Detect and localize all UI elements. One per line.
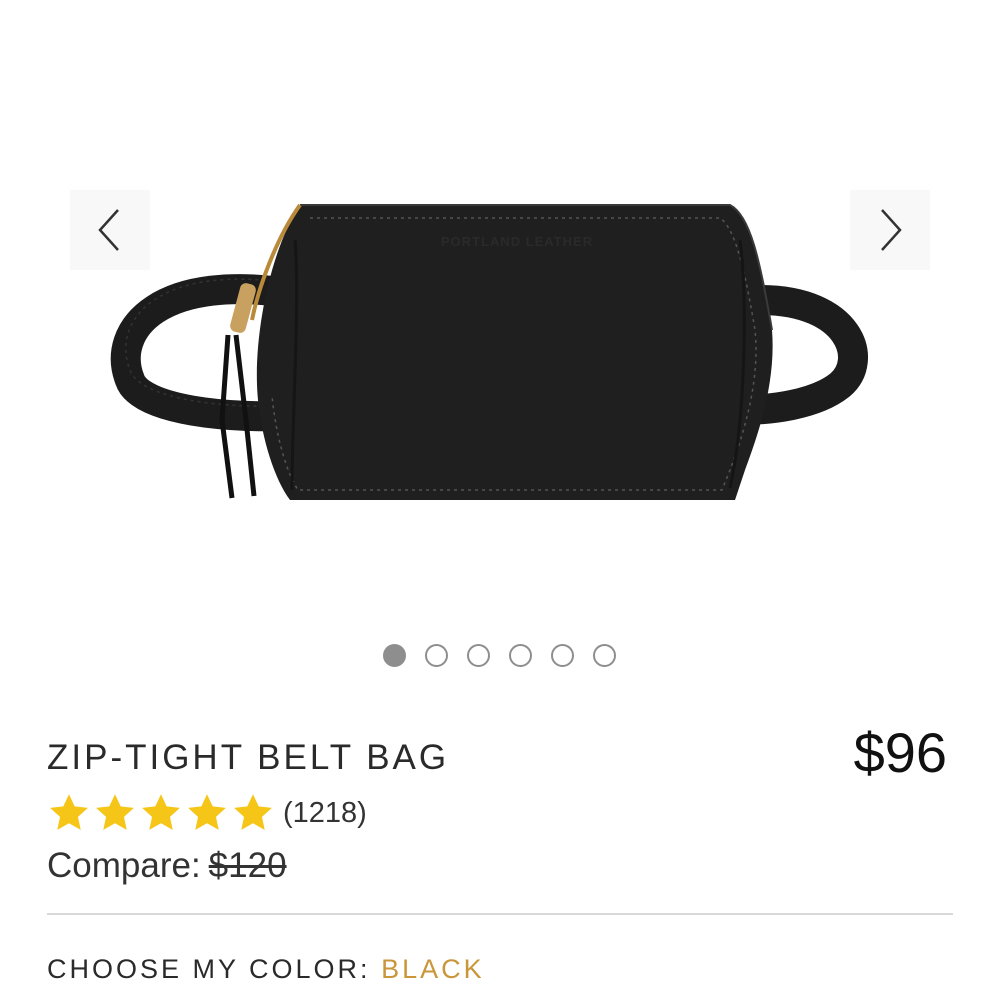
gallery-dot-4[interactable] bbox=[509, 644, 532, 667]
review-count[interactable]: (1218) bbox=[283, 797, 367, 830]
gallery-dot-3[interactable] bbox=[467, 644, 490, 667]
gallery-dot-6[interactable] bbox=[593, 644, 616, 667]
compare-price-row: Compare: $120 bbox=[47, 846, 287, 886]
star-icon bbox=[96, 794, 134, 830]
gallery-dot-1[interactable] bbox=[383, 644, 406, 667]
star-rating bbox=[47, 791, 275, 835]
star-icon bbox=[234, 794, 272, 830]
product-gallery: PORTLAND LEATHER bbox=[0, 0, 999, 700]
compare-price: $120 bbox=[208, 846, 287, 885]
gallery-dot-5[interactable] bbox=[551, 644, 574, 667]
star-icon bbox=[188, 794, 226, 830]
star-icon bbox=[50, 794, 88, 830]
color-label: CHOOSE MY COLOR: bbox=[47, 954, 371, 984]
gallery-dot-2[interactable] bbox=[425, 644, 448, 667]
color-selector-heading: CHOOSE MY COLOR: BLACK bbox=[47, 954, 485, 985]
chevron-left-icon bbox=[98, 209, 119, 251]
compare-label: Compare: bbox=[47, 846, 201, 885]
gallery-prev-button[interactable] bbox=[70, 190, 150, 270]
gallery-next-button[interactable] bbox=[850, 190, 930, 270]
product-price: $96 bbox=[853, 721, 947, 784]
gallery-pagination bbox=[0, 644, 999, 668]
divider bbox=[47, 913, 953, 915]
selected-color: BLACK bbox=[381, 954, 485, 984]
product-image: PORTLAND LEATHER bbox=[110, 203, 868, 500]
product-rating[interactable]: (1218) bbox=[47, 790, 367, 836]
chevron-right-icon bbox=[881, 209, 902, 251]
star-icon bbox=[142, 794, 180, 830]
product-title: ZIP-TIGHT BELT BAG bbox=[47, 738, 450, 777]
emboss-text: PORTLAND LEATHER bbox=[441, 234, 593, 249]
